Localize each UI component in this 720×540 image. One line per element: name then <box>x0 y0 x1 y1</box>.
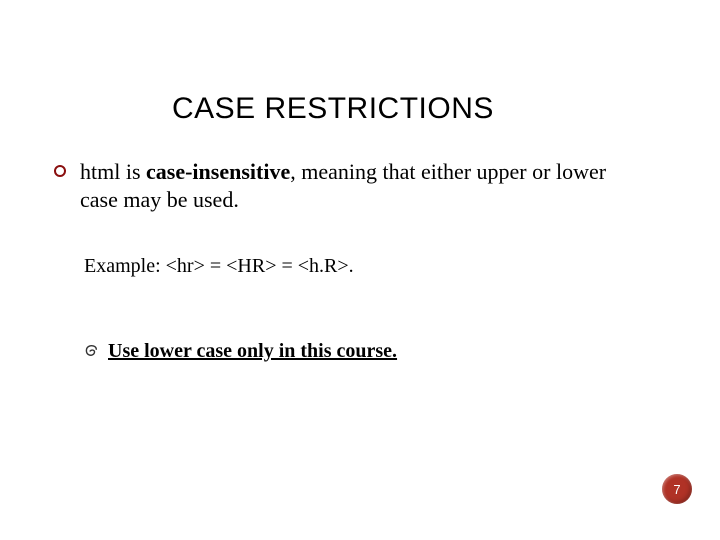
slide-body: html is case-insensitive, meaning that e… <box>48 126 672 363</box>
ring-bullet-icon <box>54 165 66 177</box>
page-number: 7 <box>673 482 680 497</box>
page-number-badge: 7 <box>662 474 692 504</box>
slide-title: CASE RESTRICTIONS <box>48 0 672 126</box>
bullet-text: html is case-insensitive, meaning that e… <box>80 158 640 213</box>
slide: CASE RESTRICTIONS html is case-insensiti… <box>0 0 720 540</box>
bullet-item: html is case-insensitive, meaning that e… <box>54 158 672 213</box>
bullet-pre: html is <box>80 159 146 184</box>
swirl-bullet-icon <box>84 344 98 358</box>
bullet-bold: case-insensitive <box>146 159 290 184</box>
sub-bullet-text: Use lower case only in this course. <box>108 340 397 363</box>
example-text: Example: <hr> = <HR> = <h.R>. <box>54 213 672 278</box>
sub-bullet-item: Use lower case only in this course. <box>54 278 672 363</box>
